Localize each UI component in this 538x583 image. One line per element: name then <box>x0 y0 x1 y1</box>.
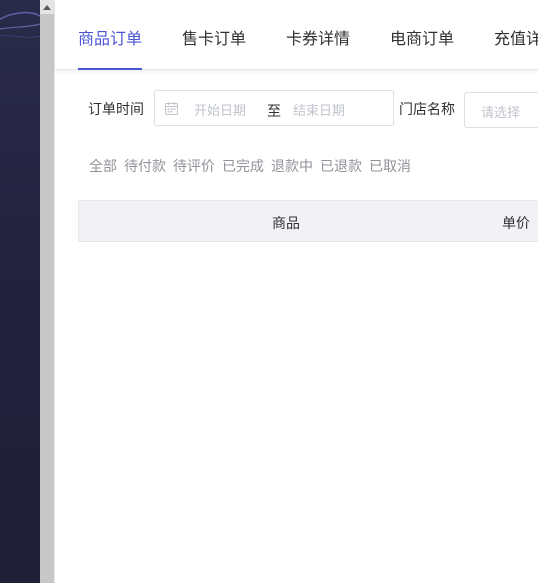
status-refunding[interactable]: 退款中 <box>271 156 313 176</box>
scrollbar-thumb[interactable] <box>42 14 52 583</box>
status-pending-review[interactable]: 待评价 <box>173 156 215 176</box>
order-time-label: 订单时间 <box>88 102 144 118</box>
status-cancelled[interactable]: 已取消 <box>369 156 411 176</box>
orders-table-header: 商品 单价 <box>78 200 538 242</box>
vertical-scrollbar[interactable] <box>40 0 54 583</box>
calendar-icon <box>165 102 178 115</box>
main-panel: 商品订单 售卡订单 卡券详情 电商订单 充值详 订单时间 开始日期 至 结束日期… <box>54 0 538 583</box>
store-select[interactable]: 请选择 <box>464 92 538 128</box>
tab-coupon-details[interactable]: 卡券详情 <box>286 25 350 49</box>
tab-ecommerce-orders[interactable]: 电商订单 <box>390 25 454 49</box>
order-date-range-picker[interactable]: 开始日期 至 结束日期 <box>154 90 394 126</box>
range-separator: 至 <box>267 104 281 120</box>
active-tab-indicator <box>78 68 142 70</box>
store-select-placeholder: 请选择 <box>481 106 521 121</box>
start-date-input[interactable]: 开始日期 <box>194 100 246 119</box>
store-name-label: 门店名称 <box>399 102 455 118</box>
end-date-input[interactable]: 结束日期 <box>293 100 345 119</box>
status-refunded[interactable]: 已退款 <box>320 156 362 176</box>
tab-recharge-details[interactable]: 充值详 <box>494 25 538 49</box>
order-tabs: 商品订单 售卡订单 卡券详情 电商订单 充值详 <box>55 0 538 70</box>
column-header-unit-price: 单价 <box>502 216 530 232</box>
tab-card-orders[interactable]: 售卡订单 <box>182 25 246 49</box>
column-header-goods: 商品 <box>272 216 300 232</box>
tab-goods-orders[interactable]: 商品订单 <box>78 25 142 49</box>
scroll-up-arrow-icon[interactable] <box>40 0 54 14</box>
order-status-filter: 全部 待付款 待评价 已完成 退款中 已退款 已取消 <box>89 156 411 176</box>
status-all[interactable]: 全部 <box>89 156 117 176</box>
status-completed[interactable]: 已完成 <box>222 156 264 176</box>
status-pending-payment[interactable]: 待付款 <box>124 156 166 176</box>
sidebar-logo-swoosh <box>0 11 40 38</box>
sidebar-background <box>0 0 40 583</box>
